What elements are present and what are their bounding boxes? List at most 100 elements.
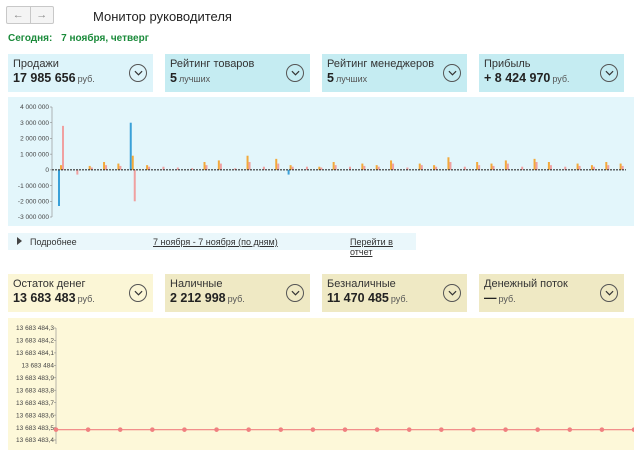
products-expand-button[interactable]	[286, 64, 304, 82]
today-value: 7 ноября, четверг	[61, 33, 149, 44]
sales-value: 17 985 656	[13, 71, 76, 85]
chevron-down-icon	[604, 70, 614, 76]
cash-flow-label: Денежный поток	[484, 278, 568, 290]
profit-card[interactable]: Прибыль + 8 424 970 руб.	[479, 54, 624, 92]
y-tick-label: 1 000 000	[20, 151, 49, 158]
sales-bar	[504, 160, 507, 170]
cash-card-value: 2 212 998 руб.	[170, 291, 305, 305]
cash-balance-point	[567, 427, 573, 432]
sales-bar	[146, 165, 149, 170]
cash-value: 2 212 998	[170, 291, 226, 305]
products-rating-card[interactable]: Рейтинг товаров 5 лучших	[165, 54, 310, 92]
noncash-unit: руб.	[390, 294, 409, 304]
chevron-down-icon	[604, 290, 614, 296]
managers-expand-button[interactable]	[443, 64, 461, 82]
sales-bar	[275, 158, 278, 170]
cash-balance-point	[406, 427, 412, 432]
sales-bar	[76, 169, 79, 175]
sales-bar	[105, 165, 108, 170]
profit-value: + 8 424 970	[484, 71, 551, 85]
y-tick-label: 13 683 484	[21, 363, 54, 370]
cash-label: Наличные	[170, 278, 223, 290]
sales-bar	[476, 162, 479, 170]
cash-flow-expand-button[interactable]	[600, 284, 618, 302]
arrow-right-icon[interactable]: →	[29, 7, 54, 23]
y-tick-label: -3 000 000	[18, 214, 49, 221]
sales-bar	[605, 162, 608, 170]
cash-balance-card-value: 13 683 483 руб.	[13, 291, 148, 305]
sales-bar	[60, 165, 62, 170]
sales-bar	[217, 160, 220, 170]
y-tick-label: 13 683 483,8	[16, 387, 54, 394]
sales-bar	[119, 165, 122, 170]
report-link[interactable]: Перейти в отчет	[350, 237, 416, 257]
profit-expand-button[interactable]	[600, 64, 618, 82]
cash-balance-point	[246, 427, 251, 432]
y-tick-label: 13 683 483,5	[16, 425, 54, 432]
sales-bar	[492, 165, 495, 170]
cash-flow-card[interactable]: Денежный поток — руб.	[479, 274, 624, 312]
sales-bar	[420, 165, 423, 170]
cash-balance-expand-button[interactable]	[129, 284, 147, 302]
cash-balance-point	[117, 427, 123, 432]
managers-rating-value: 5 лучших	[327, 71, 462, 85]
sales-bar	[203, 162, 206, 170]
cash-balance-point	[85, 427, 91, 432]
chevron-down-icon	[447, 70, 457, 76]
noncash-expand-button[interactable]	[443, 284, 461, 302]
noncash-card[interactable]: Безналичные 11 470 485 руб.	[322, 274, 467, 312]
managers-rating-card[interactable]: Рейтинг менеджеров 5 лучших	[322, 54, 467, 92]
cash-balance-chart-panel: 13 683 484,3 13 683 484,2 13 683 484,1 13 6…	[8, 318, 634, 450]
sales-card[interactable]: Продажи 17 985 656 руб.	[8, 54, 153, 92]
details-toggle[interactable]: Подробнее	[30, 237, 77, 247]
y-tick-label: 0	[45, 167, 49, 174]
managers-rating-unit: лучших	[335, 74, 368, 84]
sales-bar	[375, 165, 378, 170]
sales-bar	[246, 155, 249, 170]
y-tick-label: 4 000 000	[20, 104, 49, 111]
arrow-left-icon[interactable]: ←	[7, 7, 30, 23]
sales-bar	[277, 163, 280, 170]
sales-unit: руб.	[77, 74, 95, 84]
sales-expand-button[interactable]	[129, 64, 147, 82]
cash-balance-card[interactable]: Остаток денег 13 683 483 руб.	[8, 274, 153, 312]
cash-balance-point	[182, 427, 187, 432]
y-tick-label: 13 683 483,4	[16, 437, 54, 444]
cash-balance-point	[439, 427, 444, 432]
sales-bar	[390, 160, 393, 170]
y-tick-label: -2 000 000	[18, 198, 49, 205]
page-title: Монитор руководителя	[93, 9, 232, 24]
cash-balance-point	[278, 427, 284, 432]
cash-flow-value: —	[484, 291, 497, 305]
sales-bar	[248, 162, 251, 170]
y-tick-label: 13 683 483,9	[16, 375, 54, 382]
sales-bar	[88, 165, 91, 170]
sales-bar	[361, 163, 364, 170]
cash-balance-point	[535, 427, 540, 432]
sales-card-value: 17 985 656 руб.	[13, 71, 148, 85]
sales-bar	[133, 169, 136, 202]
sales-card-label: Продажи	[13, 58, 59, 70]
cash-balance-chart[interactable]: 13 683 484,3 13 683 484,2 13 683 484,1 13 6…	[8, 318, 634, 450]
sales-chart[interactable]: 4 000 000 3 000 000 2 000 000 1 000 000 0 -1 …	[8, 97, 634, 226]
cash-balance-point	[214, 427, 219, 432]
y-tick-label: 13 683 484,1	[16, 350, 54, 357]
chevron-down-icon	[290, 70, 300, 76]
sales-bar	[363, 165, 366, 170]
period-link[interactable]: 7 ноября - 7 ноября (по дням)	[153, 237, 278, 247]
sales-bar	[590, 165, 593, 170]
sales-bar	[607, 165, 610, 170]
sales-bar	[533, 158, 536, 170]
noncash-label: Безналичные	[327, 278, 396, 290]
sales-bar	[578, 165, 581, 170]
cash-expand-button[interactable]	[286, 284, 304, 302]
history-navigation: ← →	[6, 6, 54, 24]
sales-bar	[549, 165, 552, 170]
cash-balance-point	[599, 427, 605, 432]
cash-balance-point	[471, 427, 476, 432]
expand-triangle-icon[interactable]	[17, 237, 22, 245]
sales-bar	[576, 163, 579, 170]
today-label: Сегодня:	[8, 33, 53, 44]
cash-card[interactable]: Наличные 2 212 998 руб.	[165, 274, 310, 312]
sales-bar	[619, 163, 622, 170]
